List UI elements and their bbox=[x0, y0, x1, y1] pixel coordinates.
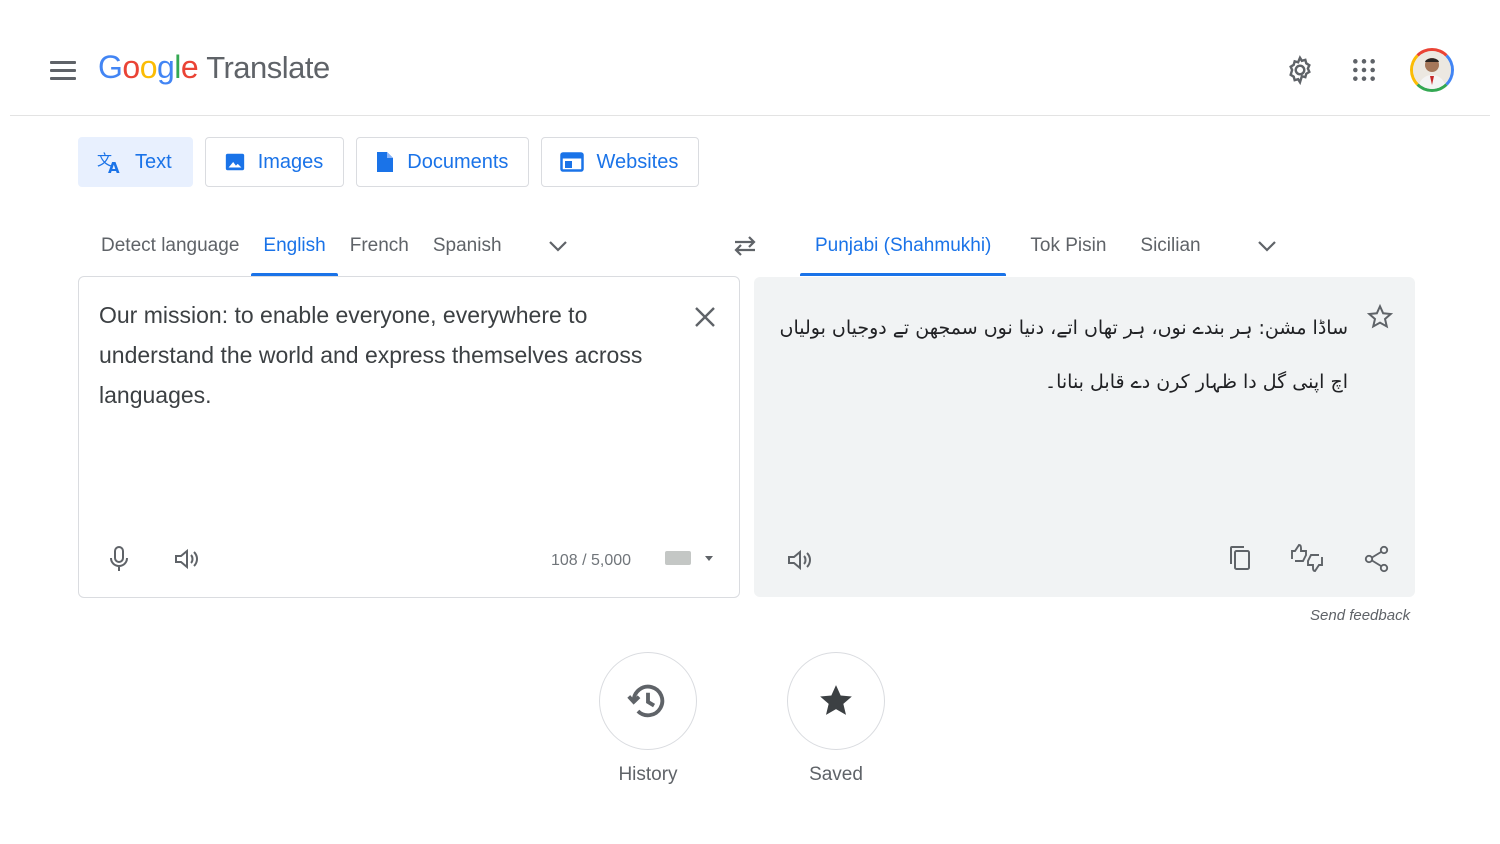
keyboard-icon bbox=[665, 551, 691, 565]
mode-tabs: 文 A Text Images Documents Websites bbox=[78, 137, 700, 187]
copy-translation-button[interactable] bbox=[1220, 538, 1260, 578]
tab-websites[interactable]: Websites bbox=[541, 137, 700, 187]
chevron-down-icon bbox=[1257, 241, 1276, 252]
document-icon bbox=[377, 152, 394, 172]
account-avatar[interactable] bbox=[1410, 48, 1454, 92]
saved-button[interactable] bbox=[787, 652, 885, 750]
chevron-down-icon bbox=[548, 241, 567, 252]
main-menu-button[interactable] bbox=[50, 54, 90, 86]
source-lang-spanish[interactable]: Spanish bbox=[421, 216, 514, 276]
tab-documents[interactable]: Documents bbox=[356, 137, 530, 187]
apps-button[interactable] bbox=[1344, 50, 1384, 90]
source-lang-english[interactable]: English bbox=[251, 216, 339, 276]
tab-text[interactable]: 文 A Text bbox=[78, 137, 193, 187]
menu-icon-bar bbox=[50, 60, 76, 64]
logo-letter: o bbox=[139, 49, 158, 85]
target-language-bar: Punjabi (Shahmukhi) Tok Pisin Sicilian bbox=[800, 216, 1287, 276]
tab-images[interactable]: Images bbox=[204, 137, 345, 187]
apps-grid-icon bbox=[1353, 59, 1375, 81]
clear-source-button[interactable] bbox=[685, 297, 725, 337]
character-counter: 108 / 5,000 bbox=[551, 552, 632, 569]
translation-panel: ساڈا مشن: ہر بندے نوں، ہر تھاں اتے، دنیا… bbox=[754, 277, 1415, 597]
voice-input-button[interactable] bbox=[99, 539, 139, 579]
save-translation-button[interactable] bbox=[1360, 297, 1400, 337]
menu-icon-bar bbox=[50, 68, 76, 72]
history-label: History bbox=[618, 764, 678, 785]
svg-text:A: A bbox=[108, 159, 120, 174]
target-lang-sicilian[interactable]: Sicilian bbox=[1118, 216, 1212, 276]
source-lang-detect[interactable]: Detect language bbox=[89, 216, 251, 276]
history-button[interactable] bbox=[599, 652, 697, 750]
tab-label: Text bbox=[135, 150, 172, 173]
target-lang-tok-pisin[interactable]: Tok Pisin bbox=[1006, 216, 1118, 276]
tab-label: Documents bbox=[407, 150, 509, 173]
avatar-image bbox=[1413, 51, 1451, 89]
logo-letter: g bbox=[156, 49, 175, 85]
listen-translation-button[interactable] bbox=[780, 540, 820, 580]
saved-label: Saved bbox=[809, 764, 863, 785]
image-icon bbox=[225, 153, 244, 171]
logo-letter: G bbox=[98, 49, 123, 85]
more-source-languages-button[interactable] bbox=[538, 226, 578, 266]
input-tools-button[interactable] bbox=[665, 551, 713, 565]
source-text-input[interactable]: Our mission: to enable everyone, everywh… bbox=[99, 295, 659, 415]
app-header: G o o g l e Translate bbox=[10, 0, 1490, 116]
share-icon bbox=[1364, 545, 1389, 573]
star-filled-icon bbox=[820, 685, 852, 715]
source-text-panel: Our mission: to enable everyone, everywh… bbox=[78, 276, 740, 598]
logo-letter: l bbox=[174, 49, 181, 85]
google-translate-logo[interactable]: G o o g l e Translate bbox=[98, 49, 330, 86]
speaker-icon bbox=[175, 548, 198, 570]
settings-icon bbox=[1289, 55, 1311, 86]
swap-languages-button[interactable] bbox=[725, 226, 765, 266]
translate-page: G o o g l e Translate 文 A Text Images Do… bbox=[0, 0, 1500, 844]
settings-button[interactable] bbox=[1280, 50, 1320, 90]
website-icon bbox=[560, 152, 585, 172]
tab-label: Websites bbox=[596, 150, 679, 173]
swap-arrows-icon bbox=[734, 236, 756, 256]
close-icon bbox=[695, 307, 715, 327]
target-lang-punjabi[interactable]: Punjabi (Shahmukhi) bbox=[800, 216, 1007, 276]
caret-down-icon bbox=[705, 555, 713, 561]
history-icon bbox=[627, 684, 665, 718]
star-outline-icon bbox=[1366, 303, 1394, 329]
source-language-bar: Detect language English French Spanish bbox=[89, 216, 578, 276]
copy-icon bbox=[1230, 546, 1250, 570]
source-lang-french[interactable]: French bbox=[338, 216, 421, 276]
listen-source-button[interactable] bbox=[167, 539, 207, 579]
logo-letter: o bbox=[122, 49, 140, 85]
thumbs-up-down-icon bbox=[1291, 544, 1323, 572]
rate-translation-button[interactable] bbox=[1287, 538, 1327, 578]
translate-icon: 文 A bbox=[97, 151, 120, 174]
microphone-icon bbox=[110, 546, 128, 571]
speaker-icon bbox=[788, 549, 811, 571]
more-target-languages-button[interactable] bbox=[1247, 226, 1287, 266]
share-translation-button[interactable] bbox=[1357, 539, 1397, 579]
product-name: Translate bbox=[206, 50, 330, 85]
menu-icon-bar bbox=[50, 76, 76, 80]
logo-letter: e bbox=[180, 49, 199, 85]
send-feedback-link[interactable]: Send feedback bbox=[1310, 607, 1410, 624]
tab-label: Images bbox=[257, 150, 324, 173]
translation-output: ساڈا مشن: ہر بندے نوں، ہر تھاں اتے، دنیا… bbox=[779, 317, 1349, 393]
